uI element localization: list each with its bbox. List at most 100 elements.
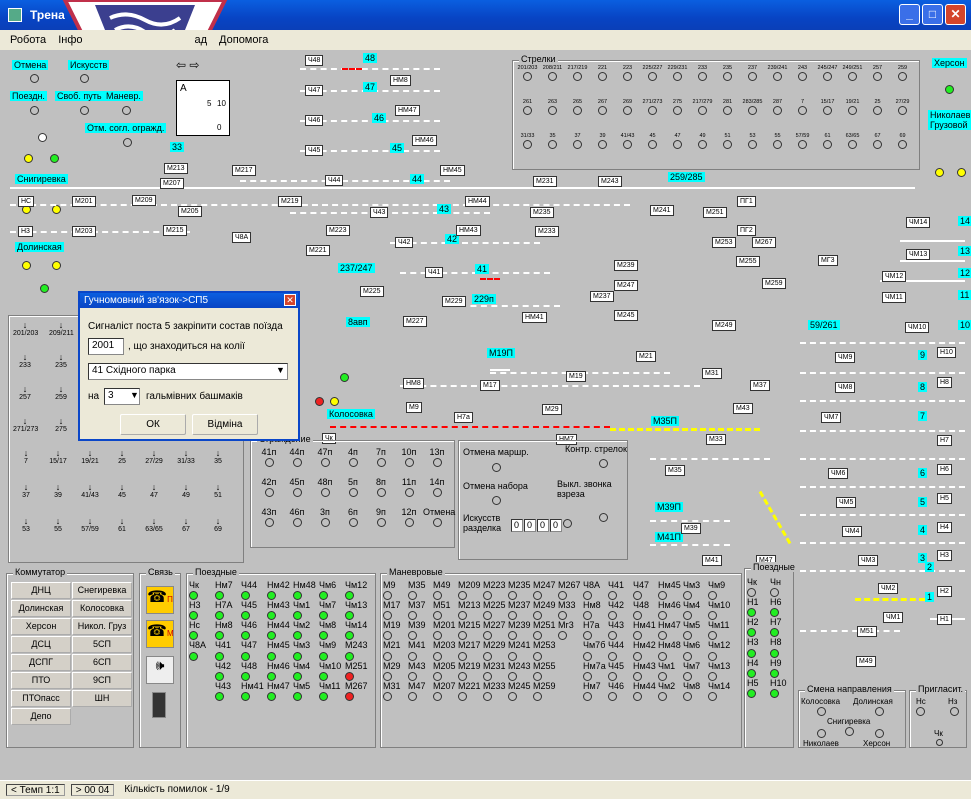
switch-button[interactable] [673,72,682,82]
signal-led[interactable] [633,651,642,661]
signal-m247[interactable]: М247 [614,280,638,291]
switch-cell[interactable]: ↓ 235 [49,352,73,384]
switch-cell[interactable]: 61 [815,133,840,167]
signal-h2[interactable]: Н2 [937,586,952,597]
switch-cell[interactable]: ↓ 67 [173,516,199,550]
switch-cell[interactable]: ↓ 25 [109,448,135,482]
signal-led[interactable] [345,631,354,641]
chevron-down-icon[interactable]: ▼ [276,365,285,375]
signal-nm44[interactable]: НМ44 [465,196,490,207]
switch-button[interactable] [598,72,607,82]
shunting-button[interactable]: Маневр. [104,91,143,101]
switch-button[interactable] [848,140,857,150]
speaker-icon[interactable]: 🕪 [146,656,174,684]
fence-button[interactable] [432,518,442,528]
signal-m223[interactable]: М223 [326,225,350,236]
fence-button[interactable] [404,518,414,528]
artificial-button[interactable]: Искусств [68,60,110,70]
signal-led[interactable] [683,651,692,661]
fence-button[interactable] [264,488,274,498]
signal-m227[interactable]: М227 [403,316,427,327]
radio-icon[interactable] [152,692,166,718]
switch-button[interactable] [898,72,907,82]
switch-button[interactable] [823,72,832,82]
fence-button[interactable] [376,488,386,498]
switch-cell[interactable]: 35 [540,133,565,167]
cancel-set-button[interactable] [492,496,501,505]
signal-led[interactable] [408,591,417,601]
signal-h4[interactable]: Н4 [937,522,952,533]
signal-chm11[interactable]: ЧМ11 [882,292,906,303]
signal-led[interactable] [267,591,276,601]
switch-button[interactable] [848,72,857,82]
switch-cell[interactable]: 67 [865,133,890,167]
switch-button[interactable] [748,72,757,82]
signal-m201[interactable]: М201 [72,196,96,207]
commutator-button[interactable]: Депо [11,708,71,725]
signal-led[interactable] [458,611,467,621]
signal-chm7[interactable]: ЧМ7 [821,412,842,423]
signal-led[interactable] [633,611,642,621]
signal-led[interactable] [483,631,492,641]
switch-cell[interactable]: 27/29 [890,99,915,133]
signal-led[interactable] [508,691,517,701]
switch-button[interactable] [748,140,757,150]
fence-cell[interactable]: 7п [367,447,395,477]
switch-cell[interactable]: ↓ 37 [13,482,39,516]
signal-pg2[interactable]: ПГ2 [737,225,756,236]
signal-m245[interactable]: М245 [614,310,638,321]
signal-led[interactable] [708,611,717,621]
signal-led[interactable] [345,651,354,661]
switch-button[interactable] [798,140,807,150]
signal-m207[interactable]: М207 [160,178,184,189]
signal-m237[interactable]: М237 [590,291,614,302]
signal-led[interactable] [458,671,467,681]
switch-button[interactable] [773,72,782,82]
signal-led[interactable] [383,631,392,641]
switch-cell[interactable]: 49 [690,133,715,167]
signal-led[interactable] [747,628,756,638]
signal-led[interactable] [708,671,717,681]
fence-cell[interactable]: 3п [311,507,339,537]
switch-cell[interactable]: ↓ 63/65 [141,516,167,550]
switch-button[interactable] [523,140,532,150]
fence-button[interactable] [320,488,330,498]
switch-button[interactable] [673,140,682,150]
switch-button[interactable] [848,106,857,116]
signal-led[interactable] [189,631,198,641]
fence-cell[interactable]: 12п [395,507,423,537]
fence-cell[interactable]: 45п [283,477,311,507]
switch-cell[interactable]: ↓ 275 [49,416,73,448]
switch-cell[interactable]: 281 [715,99,740,133]
signal-led[interactable] [708,631,717,641]
signal-led[interactable] [633,691,642,701]
signal-ch42[interactable]: Ч42 [395,237,414,248]
signal-nm47[interactable]: НМ47 [395,105,420,116]
direction-nikolaev-button[interactable] [817,729,826,738]
invite-chk-button[interactable] [936,739,943,746]
signal-h5[interactable]: Н5 [937,493,952,504]
signal-led[interactable] [483,591,492,601]
switch-cell[interactable]: ↓ 61 [109,516,135,550]
signal-led[interactable] [408,671,417,681]
signal-h1[interactable]: Н1 [937,614,952,625]
close-button[interactable]: ✕ [945,4,966,25]
fence-cell[interactable]: 46п [283,507,311,537]
signal-led[interactable] [508,591,517,601]
signal-led[interactable] [483,671,492,681]
signal-led[interactable] [683,671,692,681]
signal-m39[interactable]: М39 [681,523,701,534]
switch-cell[interactable]: 47 [665,133,690,167]
fence-button[interactable] [404,458,414,468]
switch-button[interactable] [648,72,657,82]
menu-item-view[interactable]: ад [195,34,208,46]
check-switches-button[interactable] [599,459,608,468]
signal-led[interactable] [267,651,276,661]
signal-nc[interactable]: НС [18,196,35,207]
direction-kherson-button[interactable] [875,729,884,738]
maximize-button[interactable]: □ [922,4,943,25]
switch-cell[interactable]: 259 [890,65,915,99]
signal-m259[interactable]: М259 [762,278,786,289]
signal-led[interactable] [558,631,567,641]
signal-led[interactable] [458,591,467,601]
